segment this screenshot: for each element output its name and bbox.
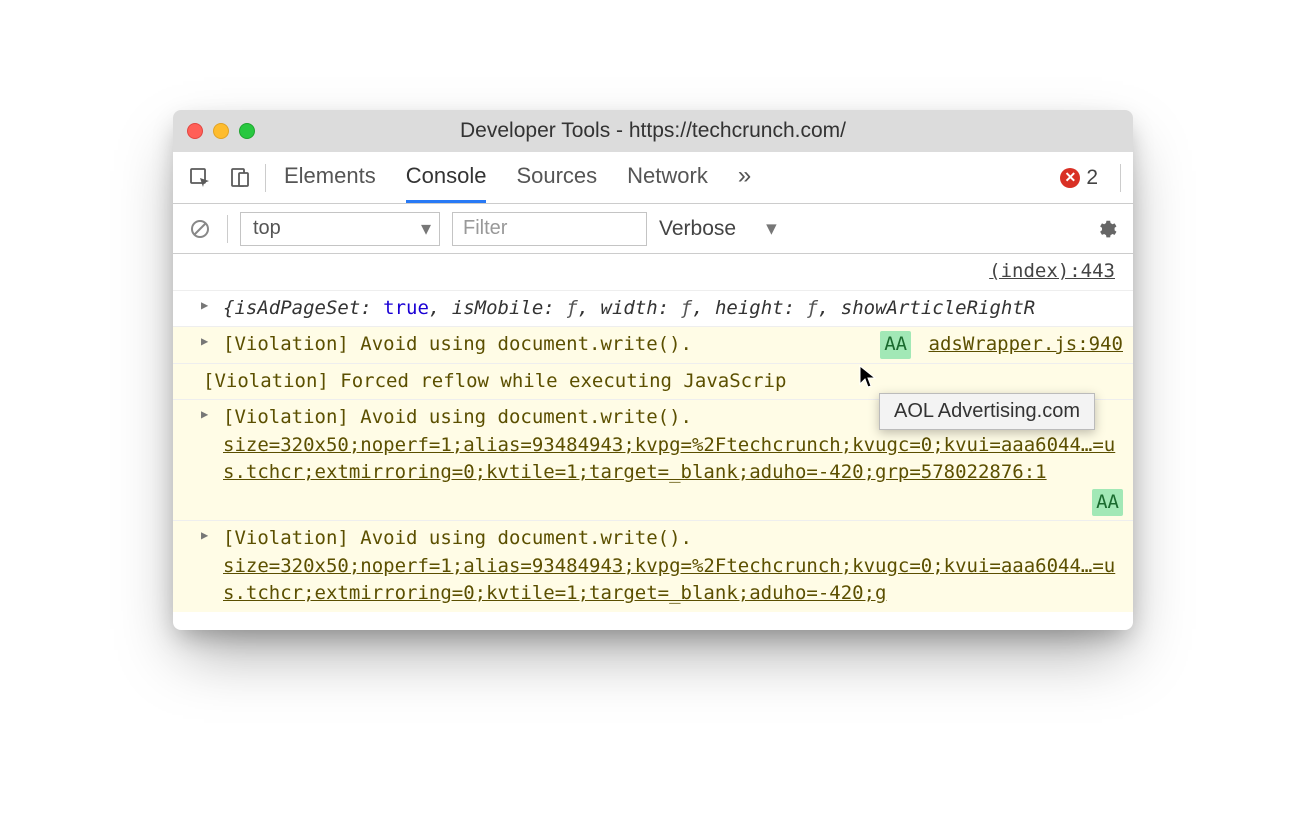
panel-tabs: Elements Console Sources Network » <box>284 152 751 203</box>
tabbar: Elements Console Sources Network » ✕ 2 <box>173 152 1133 204</box>
mouse-cursor-icon <box>858 364 878 390</box>
tab-elements[interactable]: Elements <box>284 152 376 203</box>
traffic-lights <box>187 123 255 139</box>
log-level-value: Verbose <box>659 217 736 241</box>
chevron-down-icon: ▾ <box>421 216 431 241</box>
log-level-select[interactable]: Verbose ▾ <box>659 216 777 241</box>
maximize-window-icon[interactable] <box>239 123 255 139</box>
error-count: 2 <box>1086 166 1098 190</box>
error-icon: ✕ <box>1060 168 1080 188</box>
console-violation-row[interactable]: ▶ [Violation] Avoid using document.write… <box>173 521 1133 612</box>
console-output: (index):443 ▶ {isAdPageSet: true, isMobi… <box>173 254 1133 630</box>
separator <box>265 164 266 192</box>
minimize-window-icon[interactable] <box>213 123 229 139</box>
disclosure-triangle-icon[interactable]: ▶ <box>201 297 208 314</box>
close-window-icon[interactable] <box>187 123 203 139</box>
console-settings-icon[interactable] <box>1091 214 1121 244</box>
source-link[interactable]: adsWrapper.js:940 <box>929 333 1123 355</box>
violation-message: [Violation] Forced reflow while executin… <box>203 370 786 392</box>
initiator-badge[interactable]: AA <box>1092 489 1123 517</box>
separator <box>1120 164 1121 192</box>
disclosure-triangle-icon[interactable]: ▶ <box>201 527 208 544</box>
window-title: Developer Tools - https://techcrunch.com… <box>173 119 1133 143</box>
console-log-object[interactable]: ▶ {isAdPageSet: true, isMobile: ƒ, width… <box>173 291 1133 328</box>
violation-message: [Violation] Avoid using document.write()… <box>223 333 692 355</box>
initiator-tooltip: AOL Advertising.com <box>879 393 1095 430</box>
device-toolbar-icon[interactable] <box>225 163 255 193</box>
initiator-badge[interactable]: AA <box>880 331 911 359</box>
titlebar: Developer Tools - https://techcrunch.com… <box>173 110 1133 152</box>
tab-network[interactable]: Network <box>627 152 708 203</box>
inspect-element-icon[interactable] <box>185 163 215 193</box>
filter-input[interactable] <box>452 212 647 246</box>
console-filterbar: top ▾ Verbose ▾ <box>173 204 1133 254</box>
separator <box>227 215 228 243</box>
violation-message: [Violation] Avoid using document.write()… <box>223 406 692 428</box>
tab-sources[interactable]: Sources <box>516 152 597 203</box>
tab-console[interactable]: Console <box>406 152 487 203</box>
clear-console-icon[interactable] <box>185 214 215 244</box>
context-select-value: top <box>253 217 281 240</box>
source-link[interactable]: (index):443 <box>989 260 1115 282</box>
disclosure-triangle-icon[interactable]: ▶ <box>201 406 208 423</box>
chevron-down-icon: ▾ <box>766 216 777 241</box>
violation-params[interactable]: size=320x50;noperf=1;alias=93484943;kvpg… <box>223 434 1115 484</box>
context-select[interactable]: top ▾ <box>240 212 440 246</box>
devtools-window: Developer Tools - https://techcrunch.com… <box>173 110 1133 630</box>
tab-more-icon[interactable]: » <box>738 152 751 203</box>
source-link-row: (index):443 <box>173 254 1133 291</box>
disclosure-triangle-icon[interactable]: ▶ <box>201 333 208 350</box>
violation-params[interactable]: size=320x50;noperf=1;alias=93484943;kvpg… <box>223 555 1115 605</box>
console-violation-row[interactable]: ▶ [Violation] Avoid using document.write… <box>173 327 1133 364</box>
violation-message: [Violation] Avoid using document.write()… <box>223 527 692 549</box>
error-count-badge[interactable]: ✕ 2 <box>1060 166 1098 190</box>
